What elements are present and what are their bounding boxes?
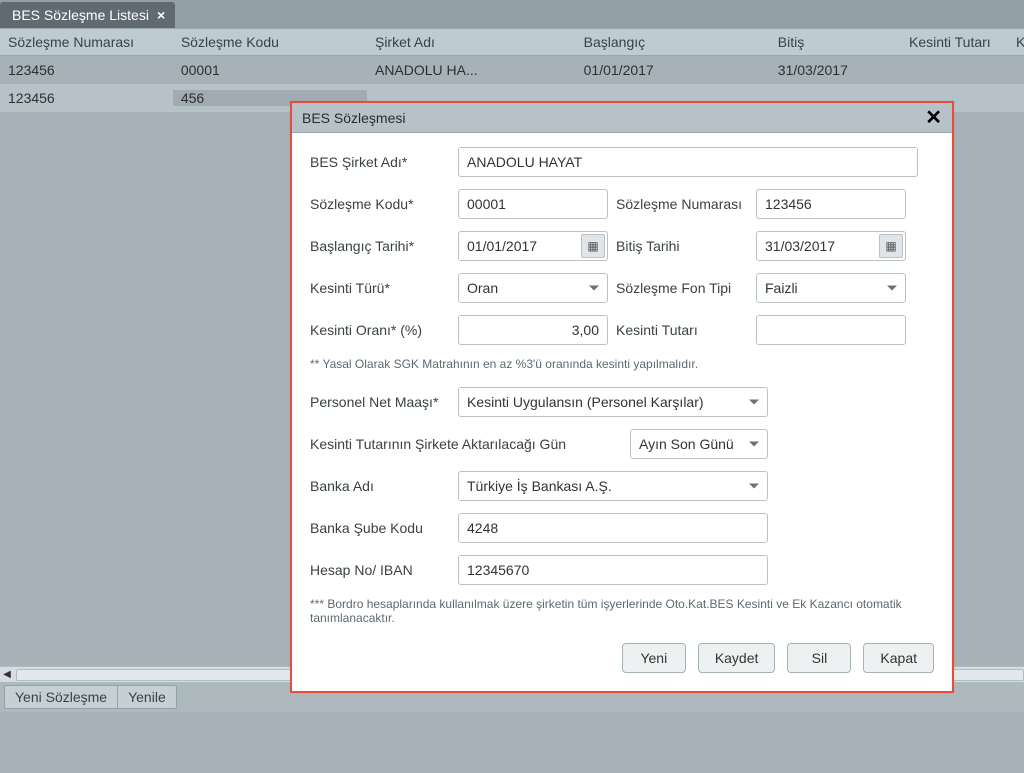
end-date-input[interactable]: 31/03/2017 ▦	[756, 231, 906, 261]
number-input[interactable]: 123456	[756, 189, 906, 219]
label-iban: Hesap No/ IBAN	[310, 562, 458, 578]
dialog-title: BES Sözleşmesi	[302, 110, 405, 126]
col-header-company[interactable]: Şirket Adı	[367, 34, 576, 50]
grid-header: Sözleşme Numarası Sözleşme Kodu Şirket A…	[0, 28, 1024, 56]
tab-bar: BES Sözleşme Listesi ×	[0, 0, 1024, 28]
ktype-select[interactable]: Oran	[458, 273, 608, 303]
label-number: Sözleşme Numarası	[608, 196, 756, 212]
delete-button[interactable]: Sil	[787, 643, 851, 673]
cell: 123456	[0, 90, 173, 106]
col-header-rate[interactable]: Kesinti Oran	[1008, 34, 1024, 50]
bank-select[interactable]: Türkiye İş Bankası A.Ş.	[458, 471, 768, 501]
refresh-button[interactable]: Yenile	[117, 685, 177, 709]
chevron-down-icon	[749, 442, 759, 447]
iban-input[interactable]: 12345670	[458, 555, 768, 585]
cell: 31/03/2017	[770, 62, 901, 78]
dialog-body: BES Şirket Adı* ANADOLU HAYAT Sözleşme K…	[292, 133, 952, 691]
note-auto: *** Bordro hesaplarında kullanılmak üzer…	[310, 597, 934, 625]
label-start: Başlangıç Tarihi*	[310, 238, 458, 254]
chevron-down-icon	[749, 484, 759, 489]
bank-value: Türkiye İş Bankası A.Ş.	[467, 478, 612, 494]
scroll-left-icon[interactable]: ◀	[0, 668, 14, 682]
close-icon[interactable]: ✕	[925, 105, 942, 130]
chevron-down-icon	[589, 286, 599, 291]
chevron-down-icon	[749, 400, 759, 405]
dialog-button-row: Yeni Kaydet Sil Kapat	[310, 643, 934, 673]
new-contract-button[interactable]: Yeni Sözleşme	[4, 685, 117, 709]
tab-title: BES Sözleşme Listesi	[12, 7, 149, 23]
close-button[interactable]: Kapat	[863, 643, 934, 673]
label-fon: Sözleşme Fon Tipi	[608, 280, 756, 296]
code-input[interactable]: 00001	[458, 189, 608, 219]
net-select[interactable]: Kesinti Uygulansın (Personel Karşılar)	[458, 387, 768, 417]
save-button[interactable]: Kaydet	[698, 643, 776, 673]
label-net: Personel Net Maaşı*	[310, 394, 458, 410]
label-branch: Banka Şube Kodu	[310, 520, 458, 536]
col-header-number[interactable]: Sözleşme Numarası	[0, 34, 173, 50]
cell: 123456	[0, 62, 173, 78]
rate-input[interactable]: 3,00	[458, 315, 608, 345]
tab-bes-list[interactable]: BES Sözleşme Listesi ×	[0, 2, 175, 28]
cell: ANADOLU HA...	[367, 62, 576, 78]
label-company: BES Şirket Adı*	[310, 154, 458, 170]
table-row[interactable]: 123456 00001 ANADOLU HA... 01/01/2017 31…	[0, 56, 1024, 84]
label-transfer-day: Kesinti Tutarının Şirkete Aktarılacağı G…	[310, 436, 630, 452]
net-value: Kesinti Uygulansın (Personel Karşılar)	[467, 394, 704, 410]
amount-input[interactable]	[756, 315, 906, 345]
note-legal: ** Yasal Olarak SGK Matrahının en az %3'…	[310, 357, 934, 371]
calendar-icon[interactable]: ▦	[581, 234, 605, 258]
label-rate: Kesinti Oranı* (%)	[310, 322, 458, 338]
ktype-value: Oran	[467, 280, 498, 296]
end-date-value: 31/03/2017	[765, 238, 835, 254]
label-ktype: Kesinti Türü*	[310, 280, 458, 296]
dialog-header: BES Sözleşmesi ✕	[292, 103, 952, 133]
fon-value: Faizli	[765, 280, 798, 296]
bes-contract-dialog: BES Sözleşmesi ✕ BES Şirket Adı* ANADOLU…	[290, 101, 954, 693]
calendar-icon[interactable]: ▦	[879, 234, 903, 258]
cell: 01/01/2017	[576, 62, 770, 78]
transfer-day-select[interactable]: Ayın Son Günü	[630, 429, 768, 459]
label-amount: Kesinti Tutarı	[608, 322, 756, 338]
fon-select[interactable]: Faizli	[756, 273, 906, 303]
label-end: Bitiş Tarihi	[608, 238, 756, 254]
start-date-input[interactable]: 01/01/2017 ▦	[458, 231, 608, 261]
close-icon[interactable]: ×	[157, 7, 165, 23]
branch-input[interactable]: 4248	[458, 513, 768, 543]
transfer-day-value: Ayın Son Günü	[639, 436, 734, 452]
col-header-code[interactable]: Sözleşme Kodu	[173, 34, 367, 50]
label-bank: Banka Adı	[310, 478, 458, 494]
cell: 00001	[173, 62, 367, 78]
label-code: Sözleşme Kodu*	[310, 196, 458, 212]
new-button[interactable]: Yeni	[622, 643, 686, 673]
col-header-amount[interactable]: Kesinti Tutarı	[901, 34, 1008, 50]
chevron-down-icon	[887, 286, 897, 291]
col-header-start[interactable]: Başlangıç	[576, 34, 770, 50]
col-header-end[interactable]: Bitiş	[770, 34, 901, 50]
company-input[interactable]: ANADOLU HAYAT	[458, 147, 918, 177]
start-date-value: 01/01/2017	[467, 238, 537, 254]
